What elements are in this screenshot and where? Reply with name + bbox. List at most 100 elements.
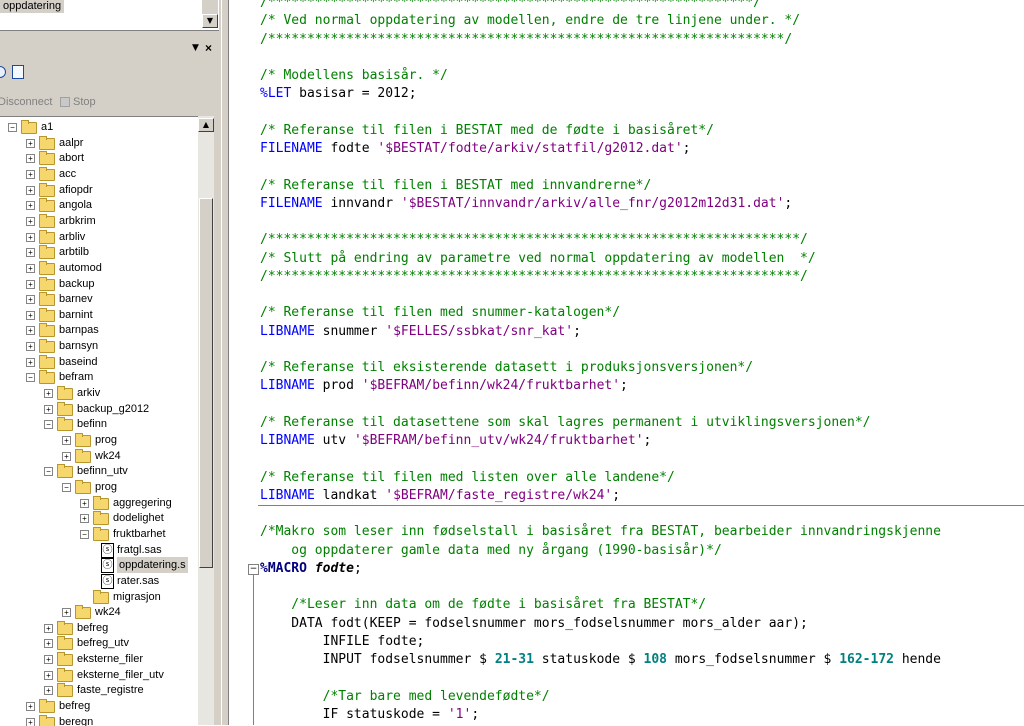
tree-node[interactable]: + aalpr <box>0 135 198 151</box>
tree-node[interactable]: + faste_registre <box>0 682 198 698</box>
properties-icon[interactable] <box>12 65 24 79</box>
expand-icon[interactable]: + <box>80 514 89 524</box>
tree-node-label: prog <box>95 480 118 493</box>
collapse-icon[interactable]: − <box>26 373 35 383</box>
scroll-up-icon[interactable]: ▲ <box>198 118 214 132</box>
expand-icon[interactable]: + <box>62 608 71 618</box>
expand-icon[interactable]: + <box>44 686 53 696</box>
tree-node[interactable]: + abort <box>0 150 198 166</box>
close-icon[interactable]: × <box>205 41 212 55</box>
connect-icon[interactable] <box>0 66 6 78</box>
expand-icon[interactable]: + <box>26 263 35 273</box>
tree-node[interactable]: + arbtilb <box>0 244 198 260</box>
tree-node[interactable]: ⓢ oppdatering.s <box>0 557 198 574</box>
tree-node[interactable]: + arkiv <box>0 385 198 401</box>
tree-node[interactable]: ⓢ rater.sas <box>0 573 198 589</box>
tree-node[interactable]: + angola <box>0 197 198 213</box>
expand-icon[interactable]: + <box>26 342 35 352</box>
panel-menu-dropdown-icon[interactable]: ▼ <box>192 43 199 53</box>
fold-guide <box>253 574 254 725</box>
selected-file-item[interactable]: oppdatering <box>0 0 65 13</box>
tree-node[interactable]: − befinn_utv <box>0 463 198 479</box>
top-list-scrollbar[interactable]: ▼ <box>201 0 218 28</box>
expand-icon[interactable]: + <box>26 169 35 179</box>
expand-icon[interactable]: + <box>44 404 53 414</box>
tree-node[interactable]: + barnsyn <box>0 338 198 354</box>
expand-icon[interactable]: + <box>26 154 35 164</box>
tree-node[interactable]: + arbkrim <box>0 213 198 229</box>
stop-button[interactable]: Stop <box>73 96 96 108</box>
disconnect-button[interactable]: Disconnect <box>0 96 52 108</box>
tree-node[interactable]: + automod <box>0 260 198 276</box>
tree-node[interactable]: + backup <box>0 276 198 292</box>
tree-node[interactable]: + dodelighet <box>0 510 198 526</box>
code-editor[interactable]: − /*************************************… <box>229 0 1024 725</box>
code-token: fodte <box>322 141 378 156</box>
expand-icon[interactable]: + <box>26 138 35 148</box>
tree-node[interactable]: + barnpas <box>0 322 198 338</box>
tree-node[interactable]: − befram <box>0 369 198 385</box>
tree-node[interactable]: + backup_g2012 <box>0 401 198 417</box>
collapse-icon[interactable]: − <box>80 529 89 539</box>
stop-icon[interactable] <box>60 97 70 107</box>
tree-node[interactable]: + barnint <box>0 307 198 323</box>
tree-node[interactable]: + baseind <box>0 354 198 370</box>
expand-icon[interactable]: + <box>26 326 35 336</box>
expand-icon[interactable]: + <box>26 232 35 242</box>
code-token: ; <box>471 706 480 722</box>
tree-node[interactable]: + prog <box>0 432 198 448</box>
tree-node[interactable]: + befreg_utv <box>0 635 198 651</box>
folder-icon <box>39 198 55 213</box>
tree-scroll-thumb[interactable] <box>199 198 213 568</box>
expand-icon[interactable]: + <box>26 310 35 320</box>
expand-icon[interactable]: + <box>26 357 35 367</box>
tree-node[interactable]: + befreg <box>0 698 198 714</box>
tree-node[interactable]: − befinn <box>0 416 198 432</box>
tree-node[interactable]: + wk24 <box>0 604 198 620</box>
tree-node[interactable]: − fruktbarhet <box>0 526 198 542</box>
tree-node[interactable]: − a1 <box>0 119 198 135</box>
tree-node[interactable]: + beregn <box>0 714 198 726</box>
expand-icon[interactable]: + <box>44 639 53 649</box>
tree-node[interactable]: + wk24 <box>0 448 198 464</box>
expand-icon[interactable]: + <box>62 451 71 461</box>
collapse-icon[interactable]: − <box>8 123 17 132</box>
expand-icon[interactable]: + <box>26 248 35 258</box>
sas-file-icon: ⓢ <box>101 573 114 589</box>
tree-node-label: angola <box>59 199 93 212</box>
tree-node[interactable]: + eksterne_filer <box>0 651 198 667</box>
expand-icon[interactable]: + <box>80 498 89 508</box>
collapse-icon[interactable]: − <box>44 467 53 477</box>
expand-icon[interactable]: + <box>44 655 53 665</box>
code-line: /* Referanse til filen i BESTAT med de f… <box>260 122 941 140</box>
tree-node[interactable]: + barnev <box>0 291 198 307</box>
tree-node[interactable]: + aggregering <box>0 495 198 511</box>
expand-icon[interactable]: + <box>26 295 35 305</box>
tree-node[interactable]: + afiopdr <box>0 182 198 198</box>
collapse-icon[interactable]: − <box>44 420 53 430</box>
collapse-icon[interactable]: − <box>62 482 71 492</box>
code-text[interactable]: /***************************************… <box>260 0 941 724</box>
tree-node[interactable]: + acc <box>0 166 198 182</box>
tree-node-label: befreg_utv <box>77 637 129 650</box>
expand-icon[interactable]: + <box>62 436 71 445</box>
expand-icon[interactable]: + <box>26 279 35 289</box>
panel-splitter[interactable] <box>221 0 229 725</box>
expand-icon[interactable]: + <box>26 702 35 712</box>
expand-icon[interactable]: + <box>44 670 53 680</box>
scroll-down-icon[interactable]: ▼ <box>202 14 218 28</box>
expand-icon[interactable]: + <box>26 201 35 211</box>
tree-node[interactable]: migrasjon <box>0 589 198 605</box>
expand-icon[interactable]: + <box>26 216 35 226</box>
tree-node[interactable]: + eksterne_filer_utv <box>0 667 198 683</box>
tree-node[interactable]: ⓢ fratgl.sas <box>0 542 198 558</box>
tree-node[interactable]: + befreg <box>0 620 198 636</box>
expand-icon[interactable]: + <box>44 389 53 399</box>
tree-node-label: befinn <box>77 418 107 431</box>
expand-icon[interactable]: + <box>26 185 35 195</box>
tree-node[interactable]: − prog <box>0 479 198 495</box>
expand-icon[interactable]: + <box>44 623 53 633</box>
tree-node[interactable]: + arbliv <box>0 229 198 245</box>
